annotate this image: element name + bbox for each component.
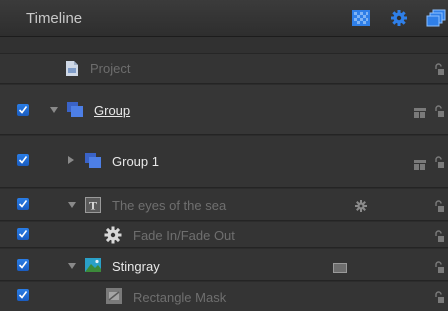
visibility-checkbox[interactable] [17, 289, 29, 301]
lock-icon[interactable] [434, 155, 444, 168]
mask-icon [106, 288, 122, 304]
project-document-icon [64, 60, 80, 76]
visibility-checkbox[interactable] [17, 228, 29, 240]
lock-icon[interactable] [434, 260, 444, 273]
mask-indicator-icon[interactable] [333, 260, 347, 278]
layers-icon[interactable] [426, 9, 446, 27]
ruler-bar [0, 37, 448, 54]
lock-icon[interactable] [434, 62, 444, 75]
layer-label: Fade In/Fade Out [133, 228, 235, 243]
timeline-header: Timeline [0, 0, 448, 37]
svg-text:T: T [89, 199, 97, 213]
visibility-checkbox[interactable] [17, 198, 29, 210]
behavior-indicator-icon[interactable] [355, 199, 367, 217]
layer-label: Project [90, 61, 131, 76]
visibility-checkbox[interactable] [17, 154, 29, 166]
layer-row-rectangle-mask[interactable]: Rectangle Mask [0, 282, 448, 311]
panel-title: Timeline [26, 10, 83, 27]
lock-icon[interactable] [434, 199, 444, 212]
layer-label: Group 1 [112, 154, 159, 169]
layer-row-project[interactable]: Project [0, 54, 448, 84]
layer-label: Stingray [112, 259, 160, 274]
layer-row-eyes-of-the-sea[interactable]: T The eyes of the sea [0, 189, 448, 221]
group-type-icon[interactable] [414, 105, 426, 118]
gear-icon[interactable] [390, 9, 408, 27]
layer-row-fade-in-fade-out[interactable]: Fade In/Fade Out [0, 222, 448, 248]
lock-icon[interactable] [434, 104, 444, 117]
disclosure-triangle-expanded[interactable] [68, 263, 76, 269]
disclosure-triangle-expanded[interactable] [50, 107, 58, 113]
visibility-checkbox[interactable] [17, 259, 29, 271]
lock-icon[interactable] [434, 229, 444, 242]
layer-row-stingray[interactable]: Stingray [0, 249, 448, 281]
layer-label: Group [94, 103, 131, 118]
image-layer-icon [85, 258, 101, 274]
group-layers-icon [66, 101, 83, 117]
disclosure-triangle-expanded[interactable] [68, 202, 76, 208]
group-type-icon[interactable] [414, 157, 426, 170]
layer-row-group[interactable]: Group [0, 85, 448, 135]
disclosure-triangle-collapsed[interactable] [68, 156, 74, 164]
group-layers-icon [84, 152, 101, 168]
checkerboard-icon[interactable] [352, 9, 370, 27]
layer-label: The eyes of the sea [112, 198, 227, 213]
layer-row-group-1[interactable]: Group 1 [0, 136, 448, 188]
lock-icon[interactable] [434, 290, 444, 303]
text-layer-icon: T [85, 197, 101, 213]
visibility-checkbox[interactable] [17, 104, 29, 116]
behavior-gear-icon [104, 226, 122, 244]
layer-label: Rectangle Mask [133, 290, 227, 305]
